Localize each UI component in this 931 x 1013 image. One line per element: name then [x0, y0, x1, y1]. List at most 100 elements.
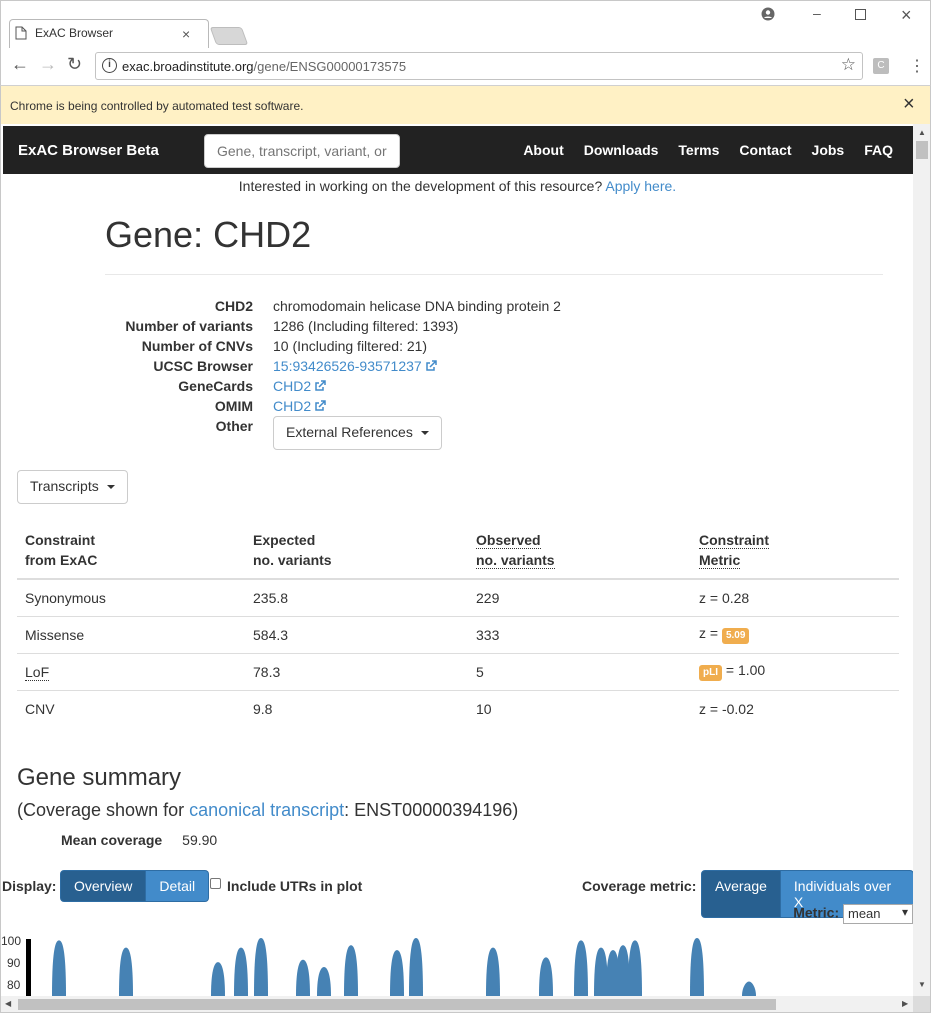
close-window-icon[interactable]: × — [901, 5, 912, 26]
coverage-peak — [742, 981, 756, 996]
nav-contact[interactable]: Contact — [739, 142, 791, 158]
info-value-cnvs: 10 (Including filtered: 21) — [273, 338, 428, 354]
mean-coverage-value: 59.90 — [182, 832, 218, 848]
include-utrs-checkbox[interactable] — [210, 878, 221, 889]
row-category: CNV — [17, 689, 245, 727]
info-label-genecards: GeneCards — [178, 378, 253, 394]
mean-coverage-label: Mean coverage — [61, 832, 163, 848]
forward-icon[interactable]: → — [39, 54, 57, 75]
external-link-icon — [315, 400, 326, 411]
tab-title: ExAC Browser — [35, 26, 114, 40]
infobar-text: Chrome is being controlled by automated … — [10, 99, 304, 113]
z-score-badge[interactable]: 5.09 — [721, 628, 750, 644]
new-tab-button[interactable] — [209, 27, 249, 45]
reload-icon[interactable]: ↻ — [67, 54, 82, 75]
metric-label: Metric: — [793, 904, 840, 921]
external-references-button[interactable]: External References — [273, 416, 442, 450]
profile-icon[interactable] — [761, 7, 775, 21]
metric-row: Metric: mean — [793, 904, 913, 924]
row-expected: 9.8 — [245, 689, 468, 727]
site-navbar: ExAC Browser Beta About Downloads Terms … — [3, 126, 913, 174]
coverage-peak — [409, 938, 423, 996]
header-metric[interactable]: Constraint Metric — [691, 524, 899, 580]
banner-text: Interested in working on the development… — [238, 178, 603, 194]
horizontal-scrollbar[interactable]: ◀ ▶ — [0, 996, 913, 1013]
ucsc-link[interactable]: 15:93426526-93571237 — [273, 358, 437, 374]
coverage-peak — [52, 940, 66, 996]
info-value-variants: 1286 (Including filtered: 1393) — [273, 318, 459, 334]
row-expected: 584.3 — [245, 615, 468, 653]
extension-icon[interactable]: C — [873, 58, 889, 74]
maximize-icon[interactable] — [855, 9, 867, 21]
coverage-peak — [296, 959, 310, 996]
vertical-scroll-thumb[interactable] — [916, 141, 928, 159]
page-title: Gene: CHD2 — [105, 214, 312, 255]
nav-about[interactable]: About — [523, 142, 563, 158]
display-label: Display: — [2, 878, 57, 894]
scroll-down-icon[interactable]: ▼ — [918, 980, 926, 989]
scrollbar-corner — [913, 996, 931, 1013]
page-viewport: ExAC Browser Beta About Downloads Terms … — [0, 124, 913, 996]
transcripts-button[interactable]: Transcripts — [17, 470, 128, 504]
menu-kebab-icon[interactable]: ⋮ — [909, 56, 925, 76]
average-button[interactable]: Average — [701, 870, 781, 918]
scroll-up-icon[interactable]: ▲ — [918, 128, 926, 137]
coverage-peak — [317, 967, 331, 996]
table-row: LoF 78.3 5 pLI = 1.00 — [17, 652, 899, 690]
display-controls: Display: Overview Detail Include UTRs in… — [1, 870, 913, 918]
caret-down-icon — [420, 431, 429, 436]
metric-select[interactable]: mean — [843, 904, 913, 924]
pli-badge[interactable]: pLI — [699, 665, 722, 681]
overview-button[interactable]: Overview — [60, 870, 147, 902]
coverage-peak — [574, 940, 588, 996]
scroll-right-icon[interactable]: ▶ — [902, 999, 908, 1008]
info-label-variants: Number of variants — [125, 318, 253, 334]
header-observed[interactable]: Observed no. variants — [468, 524, 691, 580]
apply-link[interactable]: Apply here. — [605, 178, 676, 194]
infobar-close-icon[interactable]: × — [903, 93, 915, 116]
row-category[interactable]: LoF — [17, 652, 245, 690]
display-toggle: Overview Detail — [60, 870, 210, 902]
coverage-peak — [344, 945, 358, 996]
detail-button[interactable]: Detail — [146, 870, 210, 902]
vertical-scrollbar[interactable]: ▲ ▼ — [913, 124, 931, 996]
row-metric: z = -0.02 — [691, 689, 899, 727]
table-row: CNV 9.8 10 z = -0.02 — [17, 689, 899, 727]
coverage-peak — [539, 957, 553, 996]
minimize-icon[interactable]: – — [813, 5, 821, 21]
search-input[interactable] — [204, 134, 400, 168]
info-value-name: chromodomain helicase DNA binding protei… — [273, 298, 561, 314]
url-text: exac.broadinstitute.org/gene/ENSG0000017… — [122, 59, 407, 74]
omim-link[interactable]: CHD2 — [273, 398, 326, 414]
address-bar[interactable]: i exac.broadinstitute.org/gene/ENSG00000… — [95, 52, 863, 80]
page-icon — [15, 26, 27, 40]
nav-faq[interactable]: FAQ — [864, 142, 893, 158]
nav-links: About Downloads Terms Contact Jobs FAQ — [523, 142, 893, 158]
tab-close-icon[interactable]: × — [182, 26, 190, 42]
nav-downloads[interactable]: Downloads — [584, 142, 659, 158]
divider — [105, 274, 883, 275]
coverage-peak — [616, 945, 630, 996]
coverage-peak — [594, 947, 608, 996]
nav-jobs[interactable]: Jobs — [812, 142, 845, 158]
info-icon[interactable]: i — [102, 58, 117, 73]
row-metric: z = 5.09 — [691, 615, 899, 653]
scroll-left-icon[interactable]: ◀ — [5, 999, 11, 1008]
row-category: Missense — [17, 615, 245, 653]
row-category: Synonymous — [17, 578, 245, 616]
coverage-peak — [628, 940, 642, 996]
header-constraint: Constraint from ExAC — [17, 524, 245, 580]
bookmark-star-icon[interactable]: ☆ — [841, 55, 856, 75]
canonical-transcript-link[interactable]: canonical transcript — [189, 800, 344, 820]
genecards-link[interactable]: CHD2 — [273, 378, 326, 394]
row-observed: 10 — [468, 689, 691, 727]
include-utrs-label: Include UTRs in plot — [227, 878, 363, 894]
back-icon[interactable]: ← — [11, 54, 29, 75]
info-label-symbol: CHD2 — [214, 298, 253, 314]
header-expected: Expected no. variants — [245, 524, 468, 580]
horizontal-scroll-thumb[interactable] — [18, 999, 776, 1010]
brand[interactable]: ExAC Browser Beta — [18, 142, 159, 159]
table-row: Missense 584.3 333 z = 5.09 — [17, 615, 899, 653]
coverage-peak — [690, 938, 704, 996]
nav-terms[interactable]: Terms — [678, 142, 719, 158]
